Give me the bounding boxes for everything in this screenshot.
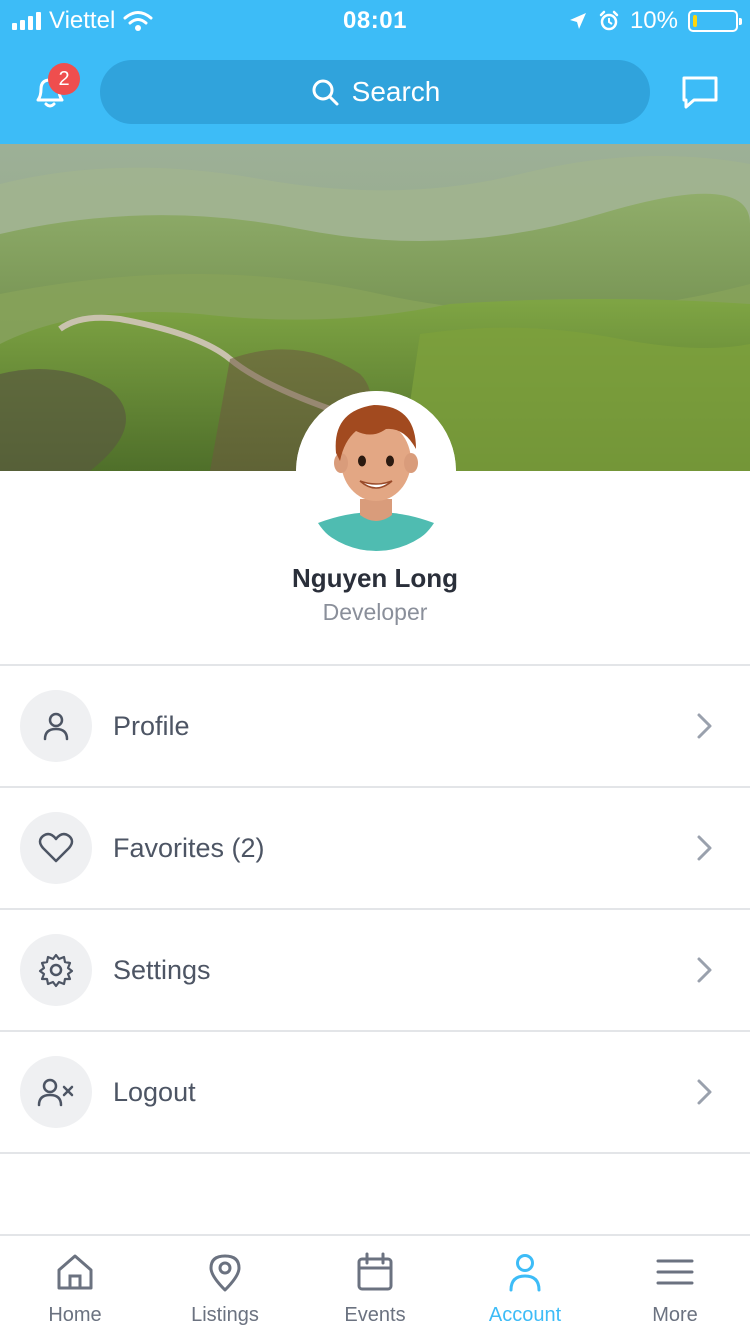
tab-listings[interactable]: Listings	[150, 1236, 300, 1334]
user-remove-icon	[20, 1056, 92, 1128]
profile-name: Nguyen Long	[291, 563, 459, 593]
tab-account[interactable]: Account	[450, 1236, 600, 1334]
search-input[interactable]: Search	[100, 60, 650, 124]
calendar-icon	[357, 1252, 393, 1291]
home-icon	[57, 1254, 93, 1290]
user-icon	[20, 690, 92, 762]
menu-item-label: Favorites (2)	[113, 833, 265, 863]
notification-badge: 2	[48, 63, 80, 95]
tab-events[interactable]: Events	[300, 1236, 450, 1334]
heart-icon	[20, 812, 92, 884]
chat-icon	[682, 76, 718, 109]
battery-level	[693, 15, 697, 27]
location-arrow-icon	[569, 13, 586, 29]
tab-home[interactable]: Home	[0, 1236, 150, 1334]
menu-item-label: Settings	[113, 955, 211, 985]
menu-item-logout[interactable]: Logout	[0, 1032, 750, 1154]
menu-item-label: Profile	[113, 711, 190, 741]
status-bar: Viettel 08:01 10%	[0, 0, 750, 40]
search-placeholder: Search	[351, 76, 441, 107]
tab-bar: Home Listings Events Account More	[0, 1234, 750, 1334]
tab-label: Account	[488, 1304, 562, 1326]
battery-icon	[688, 10, 742, 32]
tab-label: Events	[344, 1304, 406, 1326]
profile-role: Developer	[322, 599, 428, 625]
menu-icon	[656, 1259, 694, 1285]
tab-label: Listings	[191, 1304, 259, 1326]
chevron-right-icon	[697, 835, 712, 861]
menu-item-profile[interactable]: Profile	[0, 666, 750, 788]
chat-button[interactable]	[678, 70, 722, 114]
gear-icon	[20, 934, 92, 1006]
alarm-icon	[599, 10, 619, 31]
map-pin-icon	[209, 1254, 241, 1292]
user-icon	[509, 1254, 541, 1292]
chevron-right-icon	[697, 713, 712, 739]
avatar	[296, 391, 456, 551]
search-icon	[312, 79, 339, 106]
menu-item-favorites[interactable]: Favorites (2)	[0, 788, 750, 910]
app-header: Viettel 08:01 10% 2 Search	[0, 0, 750, 144]
battery-percent: 10%	[629, 7, 678, 34]
chevron-right-icon	[697, 1079, 712, 1105]
tab-label: More	[652, 1304, 698, 1326]
tab-label: Home	[48, 1304, 102, 1326]
menu-item-label: Logout	[113, 1077, 196, 1107]
chevron-right-icon	[697, 957, 712, 983]
tab-more[interactable]: More	[600, 1236, 750, 1334]
account-menu: Profile Favorites (2) Settings Logout	[0, 664, 750, 1154]
menu-item-settings[interactable]: Settings	[0, 910, 750, 1032]
